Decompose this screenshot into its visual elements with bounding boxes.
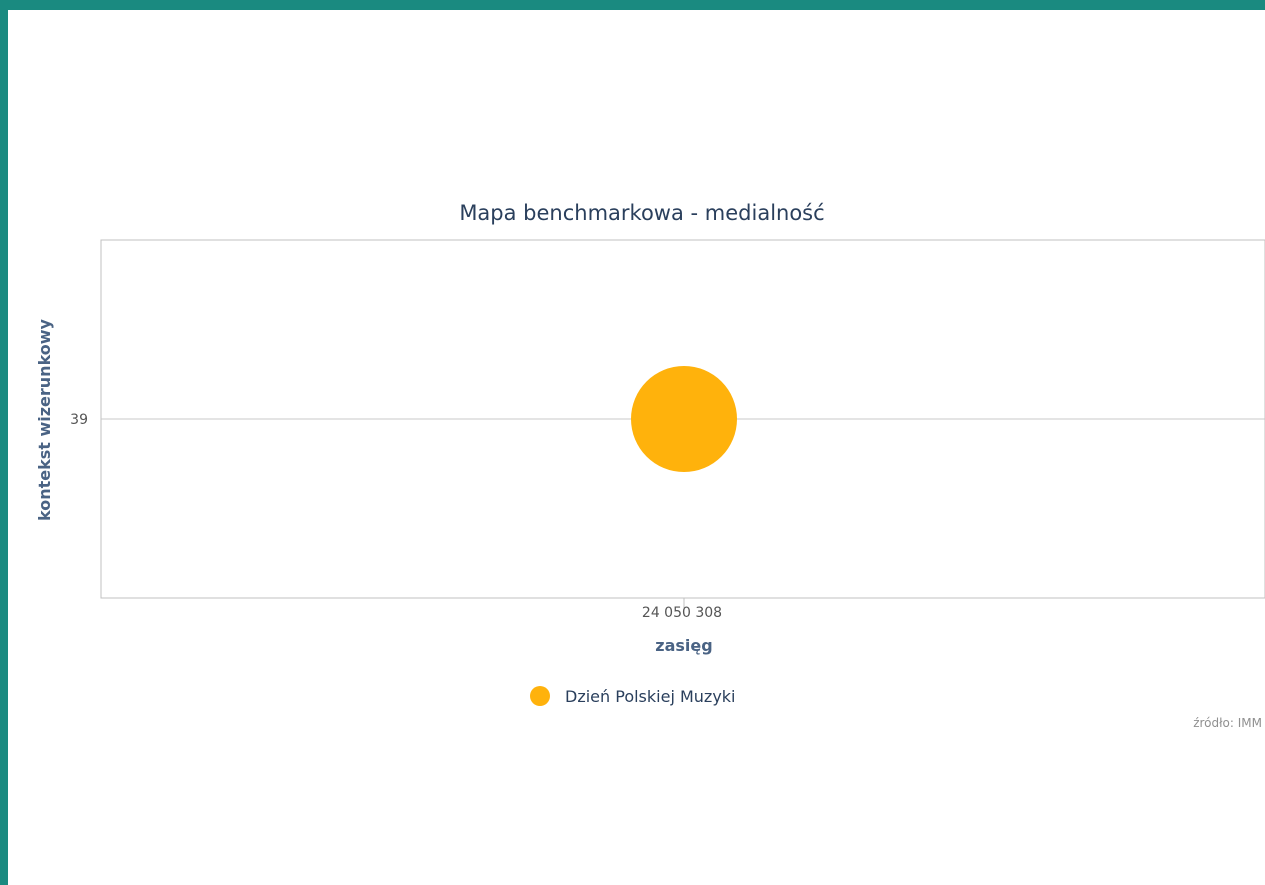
chart-title: Mapa benchmarkowa - medialność <box>459 201 824 225</box>
x-tick-label: 24 050 308 <box>642 605 722 621</box>
legend-label: Dzień Polskiej Muzyki <box>565 687 736 706</box>
y-tick-label: 39 <box>70 412 88 428</box>
chart-panel: Mapa benchmarkowa - medialność 39 24 050… <box>8 10 1265 885</box>
legend[interactable]: Dzień Polskiej Muzyki <box>530 686 736 706</box>
data-bubble[interactable] <box>631 366 737 472</box>
y-axis-title: kontekst wizerunkowy <box>35 318 54 521</box>
credits-label: źródło: IMM <box>1193 716 1262 730</box>
bubble-chart: Mapa benchmarkowa - medialność 39 24 050… <box>35 201 1265 730</box>
legend-marker <box>530 686 550 706</box>
x-axis-title: zasięg <box>655 636 712 655</box>
